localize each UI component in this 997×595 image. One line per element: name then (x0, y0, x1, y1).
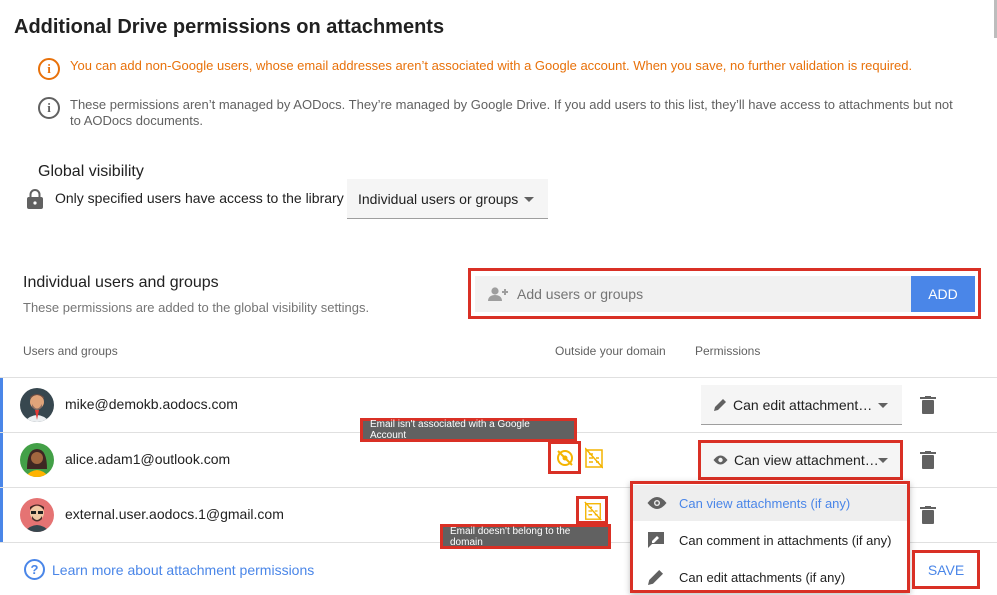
pencil-icon (648, 570, 663, 585)
menu-item-label: Can comment in attachments (if any) (679, 532, 892, 548)
eye-icon (647, 497, 667, 509)
avatar (20, 498, 54, 532)
user-email: external.user.aodocs.1@gmail.com (65, 506, 284, 522)
learn-more-link[interactable]: ? Learn more about attachment permission… (24, 559, 314, 580)
column-header-outside-domain: Outside your domain (555, 344, 666, 358)
add-users-section: Add users or groups ADD (468, 268, 981, 319)
tooltip-outside-domain: Email doesn't belong to the domain (440, 524, 611, 549)
permission-menu: Can view attachments (if any) Can commen… (630, 481, 910, 593)
user-email: mike@demokb.aodocs.com (65, 396, 238, 412)
no-google-account-indicator (548, 441, 581, 474)
menu-item-can-edit[interactable]: Can edit attachments (if any) (633, 559, 907, 595)
row-accent-bar (0, 488, 3, 543)
warning-text: You can add non-Google users, whose emai… (70, 58, 913, 73)
info-notice: i These permissions aren’t managed by AO… (38, 97, 958, 129)
permission-select-value: Can edit attachment… (733, 396, 873, 413)
row-accent-bar (0, 378, 3, 433)
menu-item-can-view[interactable]: Can view attachments (if any) (633, 485, 907, 521)
outside-domain-icon (584, 501, 602, 521)
outside-domain-icon (585, 447, 603, 469)
trash-icon[interactable] (920, 506, 936, 524)
lock-icon (27, 189, 43, 209)
individual-users-title: Individual users and groups (23, 274, 219, 291)
learn-more-label: Learn more about attachment permissions (52, 561, 315, 578)
comment-icon (648, 532, 664, 548)
permission-select-highlight (698, 440, 903, 480)
global-visibility-title: Global visibility (38, 163, 144, 180)
global-visibility-select-value: Individual users or groups (358, 190, 519, 207)
tooltip-no-google-account: Email isn't associated with a Google Acc… (360, 418, 577, 442)
save-button[interactable]: SAVE (912, 550, 980, 589)
add-users-placeholder: Add users or groups (517, 286, 644, 302)
user-email: alice.adam1@outlook.com (65, 451, 231, 467)
column-header-permissions: Permissions (695, 344, 761, 358)
avatar (20, 388, 54, 422)
info-icon: i (38, 97, 60, 119)
trash-icon[interactable] (920, 396, 936, 414)
caret-down-icon (878, 403, 888, 408)
page-title: Additional Drive permissions on attachme… (14, 16, 445, 38)
help-icon: ? (24, 559, 45, 580)
trash-icon[interactable] (920, 451, 936, 469)
row-accent-bar (0, 433, 3, 488)
global-visibility-select[interactable]: Individual users or groups (347, 179, 548, 219)
caret-down-icon (524, 197, 534, 202)
outside-domain-indicator (576, 496, 608, 524)
individual-users-subtitle: These permissions are added to the globa… (23, 300, 370, 315)
add-users-input[interactable]: Add users or groups (475, 276, 912, 312)
menu-item-label: Can edit attachments (if any) (679, 569, 846, 585)
info-text: These permissions aren’t managed by AODo… (70, 97, 953, 128)
permission-select[interactable]: Can edit attachment… (701, 385, 902, 425)
column-header-users: Users and groups (23, 344, 118, 358)
no-google-account-icon (557, 450, 573, 466)
avatar (20, 443, 54, 477)
add-button[interactable]: ADD (911, 276, 975, 312)
menu-item-can-comment[interactable]: Can comment in attachments (if any) (633, 522, 907, 558)
global-visibility-text: Only specified users have access to the … (55, 190, 344, 206)
info-icon: i (38, 58, 60, 80)
warning-notice: i You can add non-Google users, whose em… (38, 58, 912, 80)
menu-item-label: Can view attachments (if any) (679, 495, 851, 511)
add-person-icon (488, 287, 508, 301)
pencil-icon (714, 398, 726, 411)
